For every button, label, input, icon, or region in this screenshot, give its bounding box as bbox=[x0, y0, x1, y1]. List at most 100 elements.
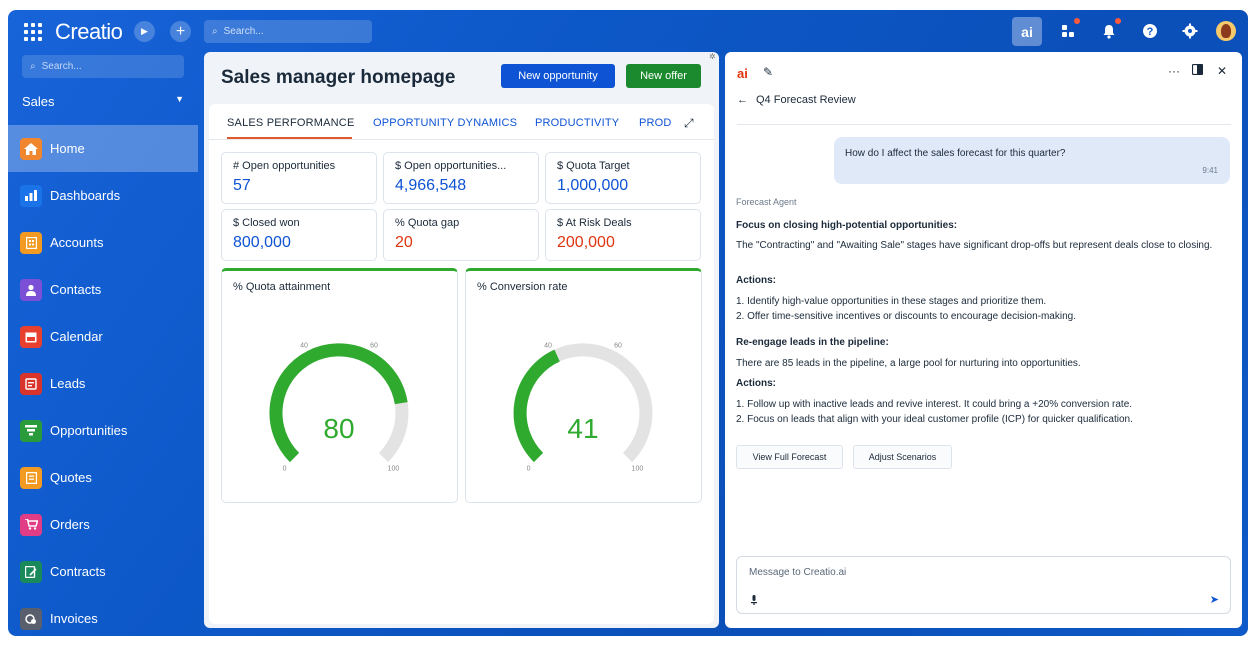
response-heading: Focus on closing high-potential opportun… bbox=[736, 220, 958, 231]
creatio-logo[interactable]: Creatio bbox=[55, 19, 123, 45]
kpi-label: $ At Risk Deals bbox=[557, 217, 632, 229]
sidebar-item-invoices[interactable]: Invoices bbox=[8, 595, 198, 636]
gauge-quota-attainment[interactable]: % Quota attainment 80 0 40 60 100 bbox=[221, 268, 458, 503]
new-offer-button[interactable]: New offer bbox=[626, 64, 701, 88]
expand-icon[interactable]: ⤢ bbox=[684, 116, 694, 131]
kpi-at-risk-deals[interactable]: $ At Risk Deals 200,000 bbox=[545, 209, 701, 261]
app-grid-icon[interactable] bbox=[24, 23, 42, 41]
response-action-item: 1. Follow up with inactive leads and rev… bbox=[736, 399, 1133, 410]
gauge-fill bbox=[513, 349, 560, 463]
sidebar-nav: Home Dashboards Accounts Contacts Calend… bbox=[8, 125, 198, 636]
sidebar-item-label: Home bbox=[50, 141, 85, 156]
close-icon[interactable]: ✕ bbox=[1217, 64, 1227, 78]
building-icon bbox=[20, 231, 42, 254]
sidebar-item-orders[interactable]: Orders bbox=[8, 501, 198, 548]
tab-productivity[interactable]: PRODUCTIVITY bbox=[535, 117, 619, 129]
user-avatar[interactable] bbox=[1216, 21, 1236, 41]
message-timestamp: 9:41 bbox=[1202, 166, 1218, 175]
divider bbox=[737, 124, 1231, 125]
message-input[interactable]: Message to Creatio.ai ➤ bbox=[736, 556, 1231, 614]
sidebar-item-opportunities[interactable]: Opportunities bbox=[8, 407, 198, 454]
page-settings-icon[interactable]: ✲ bbox=[709, 52, 716, 61]
global-search-input[interactable]: ⌕ Search... bbox=[204, 20, 372, 43]
more-options-icon[interactable]: ··· bbox=[1168, 64, 1180, 78]
back-arrow-icon[interactable]: ← bbox=[737, 94, 748, 106]
search-placeholder: Search... bbox=[223, 26, 264, 37]
kpi-label: $ Closed won bbox=[233, 217, 300, 229]
sidebar-item-home[interactable]: Home bbox=[8, 125, 198, 172]
kpi-quota-gap[interactable]: % Quota gap 20 bbox=[383, 209, 539, 261]
kpi-open-opportunities-amount[interactable]: $ Open opportunities... 4,966,548 bbox=[383, 152, 539, 204]
kpi-label: $ Open opportunities... bbox=[395, 160, 507, 172]
ai-assistant-button[interactable]: ai bbox=[1012, 17, 1042, 46]
gear-icon[interactable] bbox=[1180, 21, 1200, 41]
search-icon: ⌕ bbox=[212, 26, 218, 37]
chart-icon bbox=[20, 184, 42, 207]
kpi-value: 20 bbox=[395, 234, 413, 251]
quote-icon bbox=[20, 466, 42, 489]
adjust-scenarios-button[interactable]: Adjust Scenarios bbox=[853, 445, 952, 469]
bell-notification-dot bbox=[1115, 18, 1121, 24]
dashboard-tabs: SALES PERFORMANCE OPPORTUNITY DYNAMICS P… bbox=[209, 104, 714, 140]
sidebar-item-accounts[interactable]: Accounts bbox=[8, 219, 198, 266]
sidebar-search-placeholder: Search... bbox=[41, 61, 82, 72]
new-chat-icon[interactable]: ✎ bbox=[763, 65, 773, 79]
add-button[interactable]: + bbox=[170, 21, 191, 42]
sidebar-item-label: Orders bbox=[50, 517, 90, 532]
view-full-forecast-button[interactable]: View Full Forecast bbox=[736, 445, 843, 469]
sidebar-item-contacts[interactable]: Contacts bbox=[8, 266, 198, 313]
kpi-value: 200,000 bbox=[557, 234, 615, 251]
workspace-selector[interactable]: Sales ▼ bbox=[22, 94, 184, 109]
run-button[interactable]: ▶ bbox=[134, 21, 155, 42]
leads-icon bbox=[20, 372, 42, 395]
sidebar-item-quotes[interactable]: Quotes bbox=[8, 454, 198, 501]
contract-icon bbox=[20, 560, 42, 583]
sidebar-item-leads[interactable]: Leads bbox=[8, 360, 198, 407]
app-frame: Creatio ▶ + ⌕ Search... ai ? ⌕ Search...… bbox=[8, 10, 1248, 636]
gauge-title: % Conversion rate bbox=[477, 281, 568, 293]
sidebar-item-label: Leads bbox=[50, 376, 86, 391]
gauge-title: % Quota attainment bbox=[233, 281, 331, 293]
dock-panel-icon[interactable] bbox=[1191, 63, 1204, 78]
response-heading: Re-engage leads in the pipeline: bbox=[736, 337, 889, 348]
apps-notification-dot bbox=[1074, 18, 1080, 24]
thread-title: Q4 Forecast Review bbox=[756, 94, 856, 106]
kpi-value: 1,000,000 bbox=[557, 177, 629, 194]
tab-opportunity-dynamics[interactable]: OPPORTUNITY DYNAMICS bbox=[373, 117, 517, 129]
user-message-bubble: How do I affect the sales forecast for t… bbox=[834, 137, 1230, 184]
bell-icon[interactable] bbox=[1099, 21, 1119, 41]
chevron-down-icon: ▼ bbox=[175, 94, 184, 104]
play-icon: ▶ bbox=[141, 26, 148, 36]
microphone-icon[interactable] bbox=[751, 595, 757, 608]
response-action-item: 2. Offer time-sensitive incentives or di… bbox=[736, 311, 1076, 322]
apps-icon[interactable] bbox=[1058, 21, 1078, 41]
workspace-label: Sales bbox=[22, 94, 55, 109]
message-placeholder: Message to Creatio.ai bbox=[749, 567, 847, 578]
sidebar-item-label: Contacts bbox=[50, 282, 102, 297]
thread-header: ← Q4 Forecast Review bbox=[737, 94, 856, 106]
ai-label: ai bbox=[1021, 23, 1033, 40]
sidebar-item-dashboards[interactable]: Dashboards bbox=[8, 172, 198, 219]
tab-sales-performance[interactable]: SALES PERFORMANCE bbox=[227, 117, 354, 129]
response-actions-heading: Actions: bbox=[736, 378, 776, 389]
new-opportunity-button[interactable]: New opportunity bbox=[501, 64, 615, 88]
sidebar-search-input[interactable]: ⌕ Search... bbox=[22, 55, 184, 78]
send-icon[interactable]: ➤ bbox=[1210, 593, 1219, 606]
kpi-label: # Open opportunities bbox=[233, 160, 336, 172]
tab-prod[interactable]: PROD bbox=[639, 117, 672, 129]
kpi-closed-won[interactable]: $ Closed won 800,000 bbox=[221, 209, 377, 261]
gauge-conversion-rate[interactable]: % Conversion rate 41 0 40 60 100 bbox=[465, 268, 702, 503]
sidebar-item-calendar[interactable]: Calendar bbox=[8, 313, 198, 360]
response-action-item: 1. Identify high-value opportunities in … bbox=[736, 296, 1047, 307]
help-icon[interactable]: ? bbox=[1140, 21, 1160, 41]
ai-assistant-panel: ai ✎ ··· ✕ ← Q4 Forecast Review How do I… bbox=[725, 52, 1242, 628]
dashboard-card: SALES PERFORMANCE OPPORTUNITY DYNAMICS P… bbox=[209, 104, 714, 624]
sidebar-item-label: Calendar bbox=[50, 329, 103, 344]
gauge-svg: 41 0 40 60 100 bbox=[513, 342, 653, 472]
gauge-tick-0: 0 bbox=[283, 465, 287, 472]
sidebar-item-contracts[interactable]: Contracts bbox=[8, 548, 198, 595]
plus-icon: + bbox=[175, 22, 186, 40]
kpi-quota-target[interactable]: $ Quota Target 1,000,000 bbox=[545, 152, 701, 204]
gauge-tick-40: 40 bbox=[544, 342, 552, 349]
kpi-open-opportunities-count[interactable]: # Open opportunities 57 bbox=[221, 152, 377, 204]
